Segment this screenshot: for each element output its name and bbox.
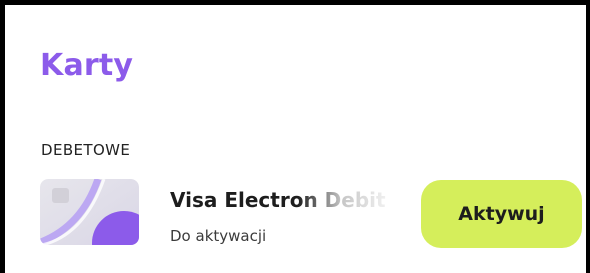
cards-panel: Karty DEBETOWE Visa Electron Debit Do ak… — [0, 0, 590, 273]
section-label-debit: DEBETOWE — [41, 141, 131, 159]
activate-button[interactable]: Aktywuj — [421, 180, 582, 248]
card-list-item[interactable]: Visa Electron Debit Do aktywacji Aktywuj — [40, 175, 585, 255]
card-status: Do aktywacji — [170, 227, 267, 245]
page-title: Karty — [40, 48, 134, 83]
card-name: Visa Electron Debit — [170, 188, 386, 212]
debit-card-icon — [40, 179, 139, 245]
